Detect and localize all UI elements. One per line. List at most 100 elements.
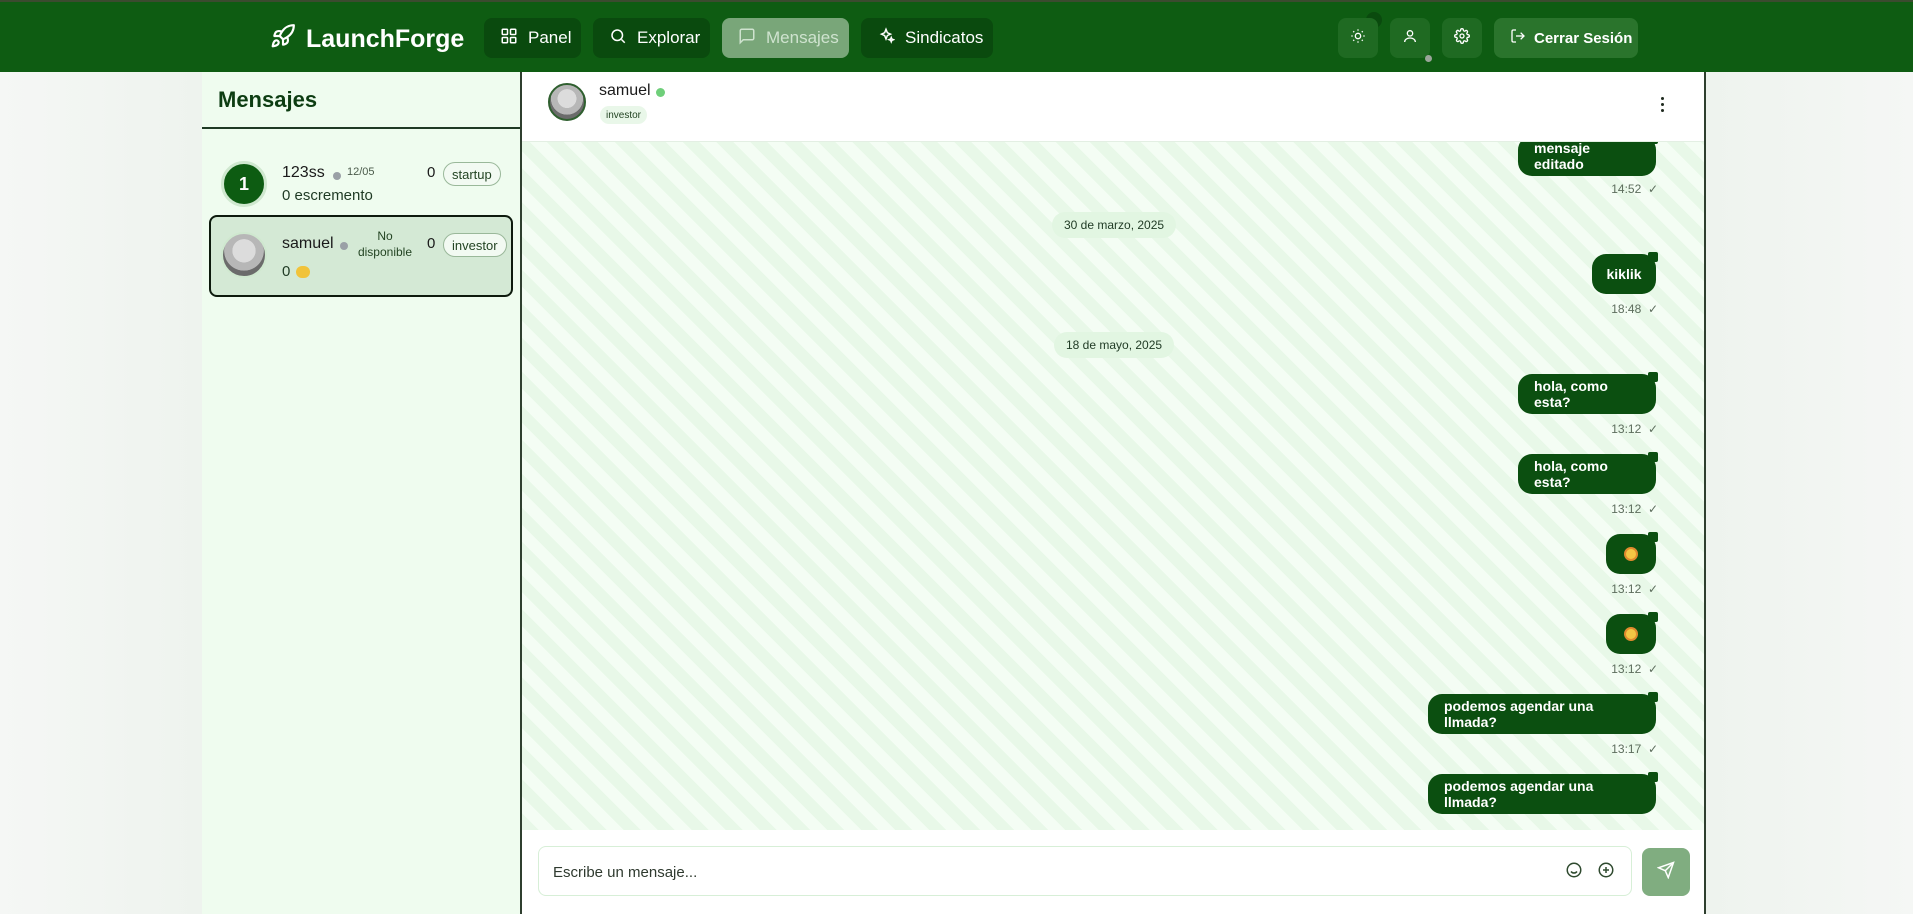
sent-check-icon: ✓ bbox=[1647, 302, 1658, 316]
sidebar-title: Mensajes bbox=[218, 86, 318, 112]
sun-icon bbox=[1350, 28, 1366, 49]
last-message-preview: 0 escremento bbox=[282, 187, 373, 204]
sent-check-icon: ✓ bbox=[1647, 422, 1658, 436]
message-bubble[interactable]: podemos agendar una llmada? bbox=[1428, 692, 1658, 734]
message-time-text: 14:52 bbox=[1611, 182, 1642, 196]
brand-logo[interactable]: LaunchForge bbox=[270, 22, 464, 56]
message-time: 13:12 ✓ bbox=[1611, 662, 1658, 676]
availability-status: No disponible bbox=[357, 229, 413, 259]
message-time-text: 18:48 bbox=[1611, 302, 1642, 316]
right-page-background bbox=[1706, 72, 1913, 914]
nav-mensajes-label: Mensajes bbox=[766, 28, 839, 47]
message-square-icon bbox=[738, 27, 756, 50]
theme-toggle-button[interactable] bbox=[1338, 18, 1378, 58]
message-bubble[interactable]: podemos agendar una llmada? bbox=[1428, 772, 1658, 814]
logout-label: Cerrar Sesión bbox=[1534, 29, 1633, 47]
nav-sindicatos-label: Sindicatos bbox=[905, 28, 984, 47]
message-time: 13:12 ✓ bbox=[1611, 502, 1658, 516]
message-text: kiklik bbox=[1606, 266, 1642, 282]
more-options-icon[interactable] bbox=[1652, 94, 1672, 114]
chat-panel: samuel investor mensaje editado 14:52 ✓ … bbox=[522, 72, 1706, 914]
hand-emoji-icon bbox=[296, 266, 311, 279]
message-bubble[interactable]: mensaje editado bbox=[1518, 142, 1658, 176]
chat-contact-name[interactable]: samuel bbox=[599, 82, 651, 100]
message-text: podemos agendar una llmada? bbox=[1444, 698, 1594, 730]
message-input[interactable] bbox=[553, 859, 1533, 885]
attach-plus-icon[interactable] bbox=[1597, 861, 1617, 881]
message-time-text: 13:17 bbox=[1611, 742, 1642, 756]
date-separator: 18 de mayo, 2025 bbox=[1054, 332, 1175, 358]
message-time-text: 13:12 bbox=[1611, 422, 1642, 436]
search-icon bbox=[609, 27, 627, 50]
message-time: 14:52 ✓ bbox=[1611, 182, 1658, 196]
message-bubble[interactable]: kiklik bbox=[1592, 252, 1658, 294]
send-button[interactable] bbox=[1642, 848, 1690, 896]
nav-mensajes-button[interactable]: Mensajes bbox=[722, 18, 849, 58]
logout-icon bbox=[1510, 28, 1526, 48]
settings-button[interactable] bbox=[1442, 18, 1482, 58]
message-time: 13:12 ✓ bbox=[1611, 582, 1658, 596]
sparkles-icon bbox=[877, 26, 896, 50]
chat-contact-role: investor bbox=[600, 106, 648, 124]
offline-status-dot bbox=[340, 242, 348, 250]
sent-check-icon: ✓ bbox=[1647, 502, 1658, 516]
message-time: 18:48 ✓ bbox=[1611, 302, 1658, 316]
sidebar-header: Mensajes bbox=[202, 72, 520, 129]
message-time-text: 13:12 bbox=[1611, 662, 1642, 676]
message-bubble[interactable] bbox=[1606, 612, 1658, 654]
conversation-name: 123ss bbox=[282, 164, 325, 181]
nav-explorar-label: Explorar bbox=[637, 28, 701, 47]
conversations-sidebar: Mensajes 1 123ss 12/05 0 startup 0 escre… bbox=[202, 72, 522, 914]
message-composer bbox=[538, 846, 1632, 896]
sent-check-icon: ✓ bbox=[1647, 742, 1658, 756]
message-time: 13:12 ✓ bbox=[1611, 422, 1658, 436]
top-nav-bar: LaunchForge Panel Explorar Mensajes Sind… bbox=[0, 0, 1913, 72]
message-text: hola, como esta? bbox=[1534, 458, 1608, 490]
online-status-dot bbox=[656, 88, 665, 97]
grid-icon bbox=[500, 27, 518, 50]
conversation-item-123ss[interactable]: 1 123ss 12/05 0 startup 0 escremento bbox=[209, 144, 513, 226]
avatar bbox=[221, 232, 267, 278]
profile-button[interactable] bbox=[1390, 18, 1430, 58]
brand-name: LaunchForge bbox=[306, 24, 465, 53]
offline-status-dot bbox=[333, 172, 341, 180]
avatar[interactable] bbox=[548, 83, 586, 121]
role-badge: investor bbox=[443, 233, 507, 257]
smile-emoji-icon bbox=[1624, 627, 1638, 641]
unread-count: 0 bbox=[427, 164, 436, 181]
message-list[interactable]: mensaje editado 14:52 ✓ 30 de marzo, 202… bbox=[522, 142, 1704, 830]
nav-panel-button[interactable]: Panel bbox=[484, 18, 581, 58]
left-page-background bbox=[0, 72, 202, 914]
conversation-name: samuel bbox=[282, 235, 334, 252]
message-time-text: 13:12 bbox=[1611, 582, 1642, 596]
message-bubble[interactable]: hola, como esta? bbox=[1518, 372, 1658, 414]
emoji-picker-icon[interactable] bbox=[1565, 861, 1585, 881]
message-time: 13:17 ✓ bbox=[1611, 742, 1658, 756]
sent-check-icon: ✓ bbox=[1647, 582, 1658, 596]
rocket-icon bbox=[270, 23, 296, 56]
user-status-dot bbox=[1425, 55, 1432, 62]
message-bubble[interactable]: hola, como esta? bbox=[1518, 452, 1658, 494]
smile-emoji-icon bbox=[1624, 547, 1638, 561]
sent-check-icon: ✓ bbox=[1647, 662, 1658, 676]
last-message-preview: 0 bbox=[282, 263, 311, 280]
gear-icon bbox=[1454, 27, 1470, 49]
message-text: mensaje editado bbox=[1534, 142, 1591, 172]
message-text: hola, como esta? bbox=[1534, 378, 1608, 410]
last-message-text: 0 bbox=[282, 263, 291, 280]
message-time-text: 13:12 bbox=[1611, 502, 1642, 516]
send-icon bbox=[1656, 860, 1675, 884]
date-separator: 30 de marzo, 2025 bbox=[1052, 212, 1177, 238]
nav-panel-label: Panel bbox=[528, 28, 572, 47]
nav-sindicatos-button[interactable]: Sindicatos bbox=[861, 18, 993, 58]
message-text: podemos agendar una llmada? bbox=[1444, 778, 1594, 810]
logout-button[interactable]: Cerrar Sesión bbox=[1494, 18, 1638, 58]
chat-header: samuel investor bbox=[522, 72, 1704, 142]
nav-explorar-button[interactable]: Explorar bbox=[593, 18, 710, 58]
unread-count: 0 bbox=[427, 235, 436, 252]
conversation-item-samuel[interactable]: samuel No disponible 0 investor 0 bbox=[209, 215, 513, 297]
message-bubble[interactable] bbox=[1606, 532, 1658, 574]
conversation-date: 12/05 bbox=[347, 166, 375, 178]
sent-check-icon: ✓ bbox=[1647, 182, 1658, 196]
avatar-initial: 1 bbox=[238, 173, 249, 194]
